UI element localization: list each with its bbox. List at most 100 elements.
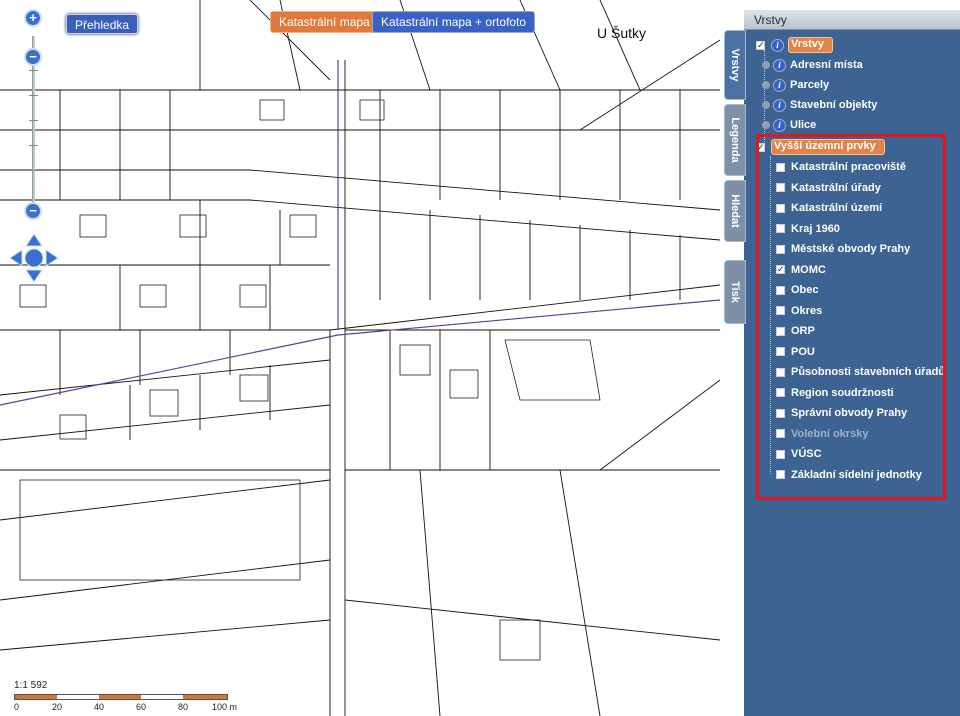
scale-segment [15, 695, 57, 699]
layer-label: ORP [791, 325, 815, 337]
layer-item[interactable]: VÚSC [776, 445, 822, 463]
tab-tisk[interactable]: Tisk [724, 260, 746, 324]
layer-label: Katastrální pracoviště [791, 161, 906, 173]
layer-item[interactable]: Obec [776, 281, 819, 299]
layer-item[interactable]: i Adresní místa [762, 56, 863, 74]
layer-label: Správní obvody Prahy [791, 407, 908, 419]
layer-label: MOMC [791, 263, 826, 276]
zoom-tick [29, 145, 38, 146]
pan-down-icon[interactable] [25, 269, 43, 283]
checkbox[interactable] [776, 326, 785, 336]
pan-up-icon[interactable] [25, 233, 43, 247]
layer-label: Volební okrsky [791, 427, 869, 440]
layer-item[interactable]: Region soudržnosti [776, 384, 894, 402]
checkbox[interactable] [776, 347, 785, 356]
layer-label: Městské obvody Prahy [791, 243, 911, 255]
cadastral-ortho-button[interactable]: Katastrální mapa + ortofoto [372, 11, 536, 33]
tab-vrstvy[interactable]: Vrstvy [724, 30, 746, 100]
scale-tick-label: 60 [136, 702, 147, 712]
checkbox[interactable] [776, 224, 785, 233]
scale-tick-label: 100 m [212, 702, 238, 712]
radio-dot-icon[interactable] [762, 81, 770, 89]
layer-item[interactable]: i Parcely [762, 76, 829, 94]
scale-segment [183, 695, 227, 699]
layer-label: Základní sídelní jednotky [791, 468, 922, 481]
layer-item[interactable]: ✓ MOMC [776, 261, 826, 279]
pan-center-icon[interactable] [24, 248, 44, 268]
street-label: U Šutky [597, 25, 646, 41]
panel-title: Vrstvy [744, 10, 960, 30]
layer-item[interactable]: Katastrální území [776, 199, 882, 217]
info-icon[interactable]: i [773, 78, 786, 92]
checkbox[interactable] [776, 388, 785, 397]
layer-item[interactable]: ORP [776, 322, 815, 340]
checkbox[interactable] [776, 470, 785, 479]
zoom-handle[interactable]: − [24, 48, 42, 66]
tab-hledat[interactable]: Hledat [724, 180, 746, 242]
info-icon[interactable]: i [773, 98, 786, 112]
scale-tick-label: 20 [52, 702, 63, 712]
checkbox[interactable] [776, 408, 785, 418]
info-icon[interactable]: i [773, 118, 786, 132]
checkbox[interactable] [776, 367, 785, 377]
layer-group[interactable]: ✓ Vyšší územní prvky [756, 138, 885, 156]
layer-label: Působnosti stavebních úřadů [791, 366, 946, 378]
zoom-out-button[interactable]: − [24, 202, 42, 220]
radio-dot-icon[interactable] [762, 121, 770, 129]
checkbox[interactable] [776, 306, 785, 315]
scale-segment [99, 695, 141, 699]
layer-label: VÚSC [791, 448, 822, 460]
app-root: U Šutky Přehledka Katastrální mapa Katas… [0, 0, 960, 716]
checkbox[interactable] [776, 244, 785, 254]
layer-label: Region soudržnosti [791, 386, 894, 399]
info-icon[interactable]: i [771, 38, 784, 52]
checkbox[interactable]: ✓ [756, 142, 765, 152]
zoom-in-button[interactable]: + [24, 9, 42, 27]
cadastral-map-button[interactable]: Katastrální mapa [270, 11, 379, 33]
scale-bar: 1:1 592 0 20 40 60 80 100 m [8, 680, 248, 714]
layer-item[interactable]: i Ulice [762, 116, 816, 134]
zoom-tick [29, 95, 38, 96]
layer-item[interactable]: Katastrální pracoviště [776, 158, 906, 176]
scale-tick-label: 40 [94, 702, 105, 712]
layer-item[interactable]: i Stavební objekty [762, 96, 877, 114]
layer-item[interactable]: Volební okrsky [776, 425, 868, 443]
layer-label: POU [791, 345, 815, 358]
layer-item[interactable]: Působnosti stavebních úřadů [776, 363, 945, 381]
layer-root[interactable]: ✓ i Vrstvy [756, 36, 834, 54]
checkbox[interactable] [776, 429, 785, 438]
zoom-tick [29, 170, 38, 171]
scale-tick-label: 0 [14, 702, 20, 712]
layer-item[interactable]: Okres [776, 302, 822, 320]
layer-item[interactable]: Katastrální úřady [776, 179, 881, 197]
checkbox[interactable] [776, 203, 785, 213]
zoom-tick [29, 120, 38, 121]
scale-bar-graphic [14, 694, 228, 700]
layer-item[interactable]: POU [776, 343, 815, 361]
scale-ratio: 1:1 592 [14, 680, 48, 691]
checkbox[interactable]: ✓ [776, 265, 785, 275]
layer-item[interactable]: Základní sídelní jednotky [776, 466, 922, 484]
layer-item[interactable]: Správní obvody Prahy [776, 404, 907, 422]
checkbox[interactable] [776, 285, 785, 295]
checkbox[interactable] [776, 449, 785, 459]
layer-label: Obec [791, 284, 819, 296]
layer-label: Kraj 1960 [791, 222, 840, 235]
layer-item[interactable]: Kraj 1960 [776, 220, 840, 238]
checkbox[interactable] [776, 162, 785, 172]
radio-dot-icon[interactable] [762, 101, 770, 109]
pan-left-icon[interactable] [9, 249, 23, 267]
layer-label: Katastrální území [791, 202, 883, 214]
pan-control[interactable] [8, 232, 60, 284]
tab-legenda[interactable]: Legenda [724, 104, 746, 176]
radio-dot-icon[interactable] [762, 61, 770, 69]
checkbox[interactable]: ✓ [756, 40, 765, 50]
layer-label: Okres [791, 304, 823, 317]
layer-item[interactable]: Městské obvody Prahy [776, 240, 910, 258]
overview-button[interactable]: Přehledka [66, 14, 139, 34]
info-icon[interactable]: i [773, 58, 786, 72]
scale-tick-label: 80 [178, 702, 189, 712]
zoom-tick [29, 70, 38, 71]
checkbox[interactable] [776, 183, 785, 192]
pan-right-icon[interactable] [45, 249, 59, 267]
